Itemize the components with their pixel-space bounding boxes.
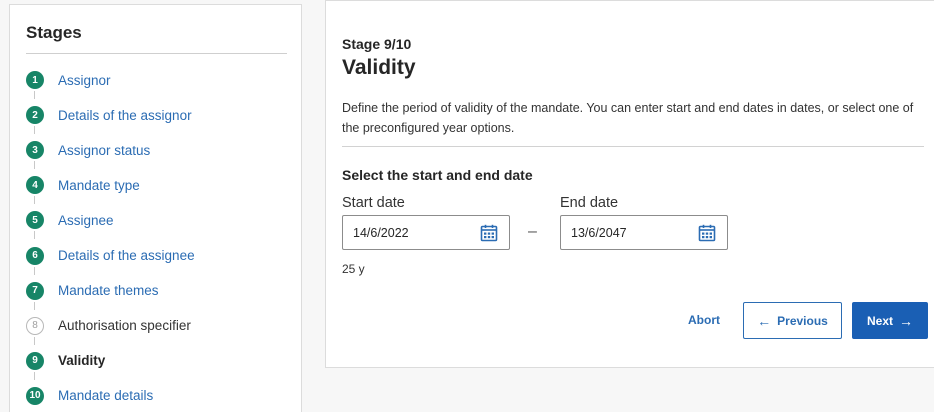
abort-button[interactable]: Abort: [688, 313, 720, 327]
sidebar-item-8[interactable]: 8 Authorisation specifier: [26, 315, 191, 337]
sidebar-item-label: Details of the assignor: [58, 107, 192, 123]
stage-number-badge: 6: [26, 246, 44, 265]
stage-connector-line: [34, 196, 35, 205]
sidebar-item-label: Assignee: [58, 212, 114, 228]
end-date-field[interactable]: 13/6/2047: [560, 215, 728, 250]
stage-connector-line: [34, 336, 35, 345]
next-button-label: Next: [866, 313, 893, 328]
sidebar-item-2[interactable]: 2 Details of the assignor: [26, 104, 192, 126]
previous-button[interactable]: ← Previous: [743, 302, 842, 339]
stage-number-badge: 8: [26, 316, 44, 335]
calendar-icon[interactable]: [696, 222, 718, 244]
sidebar-item-4[interactable]: 4 Mandate type: [26, 174, 140, 196]
stage-number-badge: 2: [26, 106, 44, 125]
sidebar-item-5[interactable]: 5 Assignee: [26, 209, 114, 231]
section-title: Select the start and end date: [342, 167, 533, 183]
sidebar-item-6[interactable]: 6 Details of the assignee: [26, 245, 195, 267]
sidebar-item-9[interactable]: 9 Validity: [26, 350, 105, 372]
stage-connector-line: [34, 161, 35, 170]
arrow-right-icon: →: [899, 312, 913, 329]
stage-counter: Stage 9/10: [342, 36, 412, 52]
stages-sidebar: Stages 1 Assignor 2 Details of the assignor…: [9, 4, 302, 412]
sidebar-item-label: Assignor: [58, 72, 111, 88]
stage-connector-line: [34, 126, 35, 135]
arrow-left-icon: ←: [757, 312, 772, 329]
sidebar-item-label: Mandate type: [58, 177, 140, 193]
stage-connector-line: [34, 231, 35, 240]
stage-number-badge: 1: [26, 71, 44, 89]
end-date-label: End date: [560, 195, 619, 211]
sidebar-item-3[interactable]: 3 Assignor status: [26, 139, 150, 161]
stage-number-badge: 4: [26, 176, 44, 195]
sidebar-item-label: Authorisation specifier: [58, 318, 191, 334]
stage-number-badge: 3: [26, 141, 44, 160]
previous-button-label: Previous: [777, 313, 828, 328]
sidebar-item-10[interactable]: 10 Mandate details: [26, 385, 153, 407]
end-date-value[interactable]: 13/6/2047: [571, 226, 696, 240]
content-divider: [342, 146, 924, 147]
stage-connector-line: [34, 91, 35, 99]
calendar-icon[interactable]: [478, 222, 500, 244]
stage-connector-line: [34, 371, 35, 380]
sidebar-item-label: Mandate themes: [58, 283, 159, 299]
main-panel: Stage 9/10 Validity Define the period of…: [325, 0, 934, 368]
sidebar-item-label: Mandate details: [58, 388, 154, 404]
stage-number-badge: 5: [26, 211, 44, 230]
duration-text: 25 y: [342, 262, 365, 276]
stage-number-badge: 9: [26, 351, 44, 370]
sidebar-item-label: Assignor status: [58, 142, 151, 158]
page-title: Validity: [342, 56, 416, 79]
page-description: Define the period of validity of the man…: [342, 101, 914, 135]
sidebar-title: Stages: [26, 23, 82, 42]
start-date-label: Start date: [342, 195, 405, 211]
date-range-separator: –: [528, 223, 537, 240]
sidebar-item-7[interactable]: 7 Mandate themes: [26, 280, 159, 302]
sidebar-divider: [26, 53, 287, 54]
next-button[interactable]: Next →: [852, 302, 928, 339]
stage-connector-line: [34, 301, 35, 310]
sidebar-item-label: Validity: [58, 353, 106, 369]
stage-number-badge: 10: [26, 386, 44, 405]
stage-number-badge: 7: [26, 281, 44, 300]
sidebar-item-1[interactable]: 1 Assignor: [26, 69, 111, 91]
stage-connector-line: [34, 266, 35, 275]
start-date-value[interactable]: 14/6/2022: [353, 226, 478, 240]
start-date-field[interactable]: 14/6/2022: [342, 215, 510, 250]
sidebar-item-label: Details of the assignee: [58, 248, 195, 263]
